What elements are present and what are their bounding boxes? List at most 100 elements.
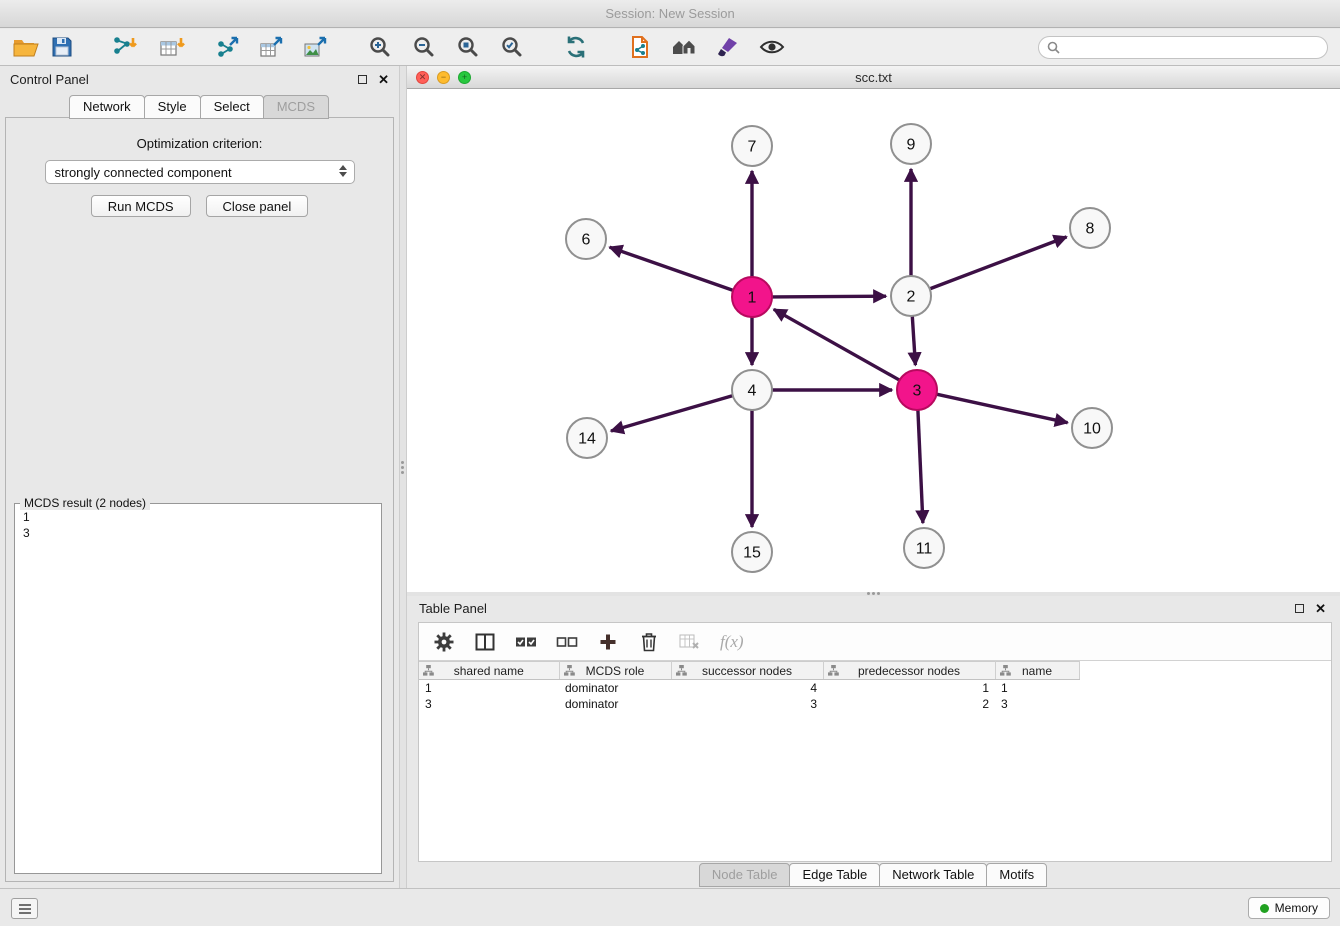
node-8[interactable]: 8 — [1070, 208, 1110, 248]
tab-network[interactable]: Network — [69, 95, 145, 119]
open-session-button[interactable] — [8, 31, 44, 63]
toggle-view-button[interactable] — [754, 31, 790, 63]
table-row[interactable]: 1dominator411 — [419, 680, 1331, 696]
hierarchy-icon — [564, 665, 575, 676]
svg-text:8: 8 — [1086, 221, 1095, 238]
save-session-button[interactable] — [44, 31, 80, 63]
export-image-button[interactable] — [298, 31, 334, 63]
tab-select[interactable]: Select — [200, 95, 264, 119]
table-cell[interactable]: dominator — [559, 680, 671, 696]
export-network-button[interactable] — [210, 31, 246, 63]
table-cell[interactable]: 2 — [823, 696, 995, 712]
select-all-icon — [515, 635, 537, 649]
new-network-button[interactable] — [622, 31, 658, 63]
table-panel-float-button[interactable] — [1295, 604, 1304, 613]
node-3[interactable]: 3 — [897, 370, 937, 410]
table-delete-icon — [679, 633, 701, 651]
tab-mcds[interactable]: MCDS — [263, 95, 329, 119]
select-all-button[interactable] — [513, 629, 539, 655]
edge-3-1[interactable] — [774, 309, 900, 380]
zoom-window-button[interactable]: + — [458, 71, 471, 84]
control-panel-close-button[interactable]: ✕ — [378, 73, 389, 86]
add-column-button[interactable] — [595, 629, 621, 655]
edge-2-3[interactable] — [912, 316, 915, 365]
column-header-label: successor nodes — [702, 664, 792, 678]
column-header-mcds-role[interactable]: MCDS role — [559, 662, 671, 680]
window-title: Session: New Session — [605, 6, 734, 21]
delete-column-button[interactable] — [636, 629, 662, 655]
hierarchy-icon — [423, 665, 434, 676]
node-2[interactable]: 2 — [891, 276, 931, 316]
vertical-splitter[interactable] — [399, 66, 407, 888]
table-panel-close-button[interactable]: ✕ — [1315, 602, 1326, 615]
zoom-fit-button[interactable] — [450, 31, 486, 63]
minimize-window-button[interactable]: − — [437, 71, 450, 84]
close-panel-button[interactable]: Close panel — [206, 195, 309, 217]
table-row[interactable]: 3dominator323 — [419, 696, 1331, 712]
close-window-button[interactable]: ✕ — [416, 71, 429, 84]
table-cell[interactable]: 1 — [995, 680, 1079, 696]
split-columns-button[interactable] — [472, 629, 498, 655]
tab-node-table[interactable]: Node Table — [699, 863, 791, 887]
table-cell[interactable]: 1 — [823, 680, 995, 696]
import-network-button[interactable] — [106, 31, 142, 63]
search-input[interactable] — [1065, 39, 1319, 56]
import-table-button[interactable] — [154, 31, 190, 63]
edge-3-11[interactable] — [918, 410, 923, 523]
deselect-all-button[interactable] — [554, 629, 580, 655]
zoom-out-button[interactable] — [406, 31, 442, 63]
zoom-selected-button[interactable] — [494, 31, 530, 63]
node-4[interactable]: 4 — [732, 370, 772, 410]
table-cell[interactable]: 4 — [671, 680, 823, 696]
hierarchy-icon — [828, 665, 839, 676]
panel-menu-button[interactable] — [11, 898, 38, 919]
apply-style-button[interactable] — [710, 31, 746, 63]
table-panel: Table Panel ✕ — [407, 596, 1340, 888]
tab-motifs[interactable]: Motifs — [986, 863, 1047, 887]
node-6[interactable]: 6 — [566, 219, 606, 259]
table-cell[interactable]: 3 — [671, 696, 823, 712]
home-button[interactable] — [666, 31, 702, 63]
node-7[interactable]: 7 — [732, 126, 772, 166]
edge-3-10[interactable] — [937, 394, 1068, 423]
apply-layout-button[interactable] — [558, 31, 594, 63]
table-cell[interactable]: 3 — [995, 696, 1079, 712]
control-panel-title: Control Panel — [10, 72, 89, 87]
network-canvas-area[interactable]: 7 9 6 8 1 2 4 3 10 14 15 11 — [407, 89, 1340, 592]
delete-table-button[interactable] — [677, 629, 703, 655]
node-11[interactable]: 11 — [904, 528, 944, 568]
table-cell[interactable]: dominator — [559, 696, 671, 712]
node-9[interactable]: 9 — [891, 124, 931, 164]
control-panel-float-button[interactable] — [358, 75, 367, 84]
column-header-successor-nodes[interactable]: successor nodes — [671, 662, 823, 680]
node-10[interactable]: 10 — [1072, 408, 1112, 448]
node-1[interactable]: 1 — [732, 277, 772, 317]
column-header-shared-name[interactable]: shared name — [419, 662, 559, 680]
column-header-name[interactable]: name — [995, 662, 1079, 680]
tab-edge-table[interactable]: Edge Table — [789, 863, 880, 887]
edge-1-6[interactable] — [610, 247, 734, 290]
mcds-result-title: MCDS result (2 nodes) — [20, 496, 150, 510]
svg-text:1: 1 — [748, 290, 757, 307]
edge-1-2[interactable] — [772, 296, 886, 297]
table-cell[interactable]: 1 — [419, 680, 559, 696]
search-icon — [1047, 41, 1060, 54]
table-cell[interactable]: 3 — [419, 696, 559, 712]
tab-network-table[interactable]: Network Table — [879, 863, 987, 887]
edge-4-14[interactable] — [611, 396, 733, 431]
tab-style[interactable]: Style — [144, 95, 201, 119]
node-15[interactable]: 15 — [732, 532, 772, 572]
table-settings-button[interactable] — [431, 629, 457, 655]
memory-button[interactable]: Memory — [1248, 897, 1330, 919]
export-table-button[interactable] — [254, 31, 290, 63]
criterion-dropdown-value: strongly connected component — [55, 165, 232, 180]
column-header-predecessor-nodes[interactable]: predecessor nodes — [823, 662, 995, 680]
node-14[interactable]: 14 — [567, 418, 607, 458]
node-table-body: 1dominator4113dominator323 — [419, 680, 1331, 712]
edge-2-8[interactable] — [930, 237, 1067, 289]
run-mcds-button[interactable]: Run MCDS — [91, 195, 191, 217]
zoom-in-button[interactable] — [362, 31, 398, 63]
criterion-dropdown[interactable]: strongly connected component — [45, 160, 355, 184]
search-field[interactable] — [1038, 36, 1328, 59]
function-builder-button[interactable]: f(x) — [718, 629, 746, 655]
